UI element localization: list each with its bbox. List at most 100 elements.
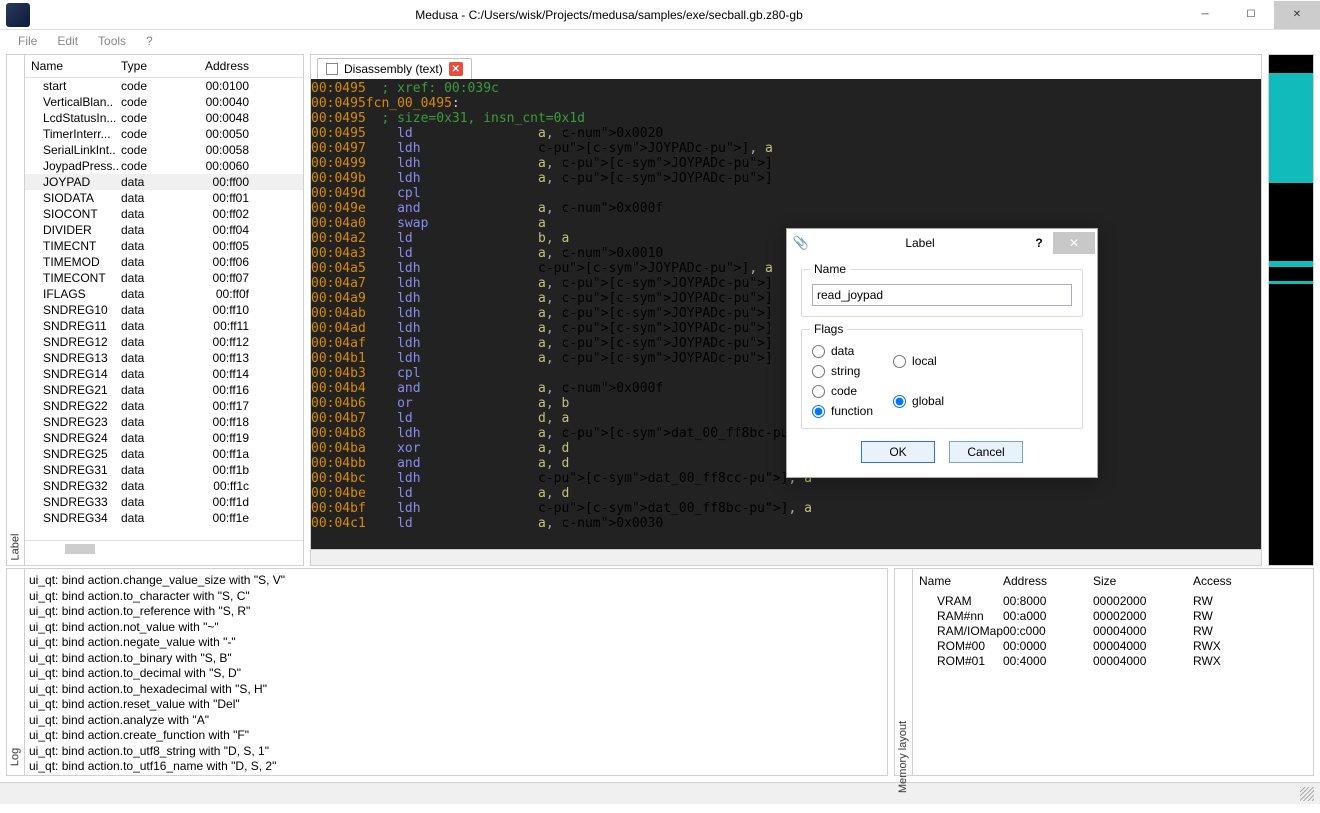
tab-disassembly[interactable]: Disassembly (text) ✕: [317, 58, 472, 79]
menu-edit[interactable]: Edit: [47, 32, 88, 50]
label-name-input[interactable]: [812, 284, 1072, 306]
disasm-hscroll[interactable]: [311, 549, 1261, 565]
labels-tab[interactable]: Label: [7, 55, 25, 565]
disasm-line[interactable]: 00:0495 ld a, c-num">0x0020: [311, 126, 1261, 141]
disasm-line[interactable]: 00:0495 ; size=0x31, insn_cnt=0x1d: [311, 111, 1261, 126]
cancel-button[interactable]: Cancel: [949, 441, 1023, 463]
memory-header: Name Address Size Access: [913, 569, 1313, 594]
table-row[interactable]: SNDREG21data00:ff16: [25, 382, 303, 398]
table-row[interactable]: SNDREG33data00:ff1d: [25, 494, 303, 510]
table-row[interactable]: SNDREG14data00:ff14: [25, 366, 303, 382]
tab-label: Disassembly (text): [344, 62, 443, 76]
dialog-close[interactable]: ✕: [1053, 232, 1095, 254]
log-line: ui_qt: bind action.to_binary with "S, B": [29, 651, 883, 667]
radio-local[interactable]: local: [893, 354, 944, 368]
log-panel: Log ui_qt: bind action.change_value_size…: [6, 568, 888, 776]
menu-file[interactable]: File: [8, 32, 47, 50]
table-row[interactable]: SNDREG10data00:ff10: [25, 302, 303, 318]
log-line: ui_qt: bind action.create_function with …: [29, 728, 883, 744]
table-row[interactable]: JoypadPress..code00:0060: [25, 158, 303, 174]
table-row[interactable]: startcode00:0100: [25, 78, 303, 94]
mem-row[interactable]: RAM/IOMap00:c00000004000RW: [913, 624, 1313, 639]
label-dialog: 📎 Label ? ✕ Name Flags data string code …: [786, 228, 1098, 478]
table-row[interactable]: VerticalBlan..code00:0040: [25, 94, 303, 110]
titlebar: Medusa - C:/Users/wisk/Projects/medusa/s…: [0, 0, 1320, 30]
table-row[interactable]: SNDREG32data00:ff1c: [25, 478, 303, 494]
table-row[interactable]: TIMEMODdata00:ff06: [25, 254, 303, 270]
labels-col-type[interactable]: Type: [115, 59, 175, 73]
disasm-line[interactable]: 00:0497 ldh c-pu">[c-sym">JOYPADc-pu">],…: [311, 141, 1261, 156]
labels-hscroll[interactable]: [25, 540, 303, 558]
log-line: ui_qt: bind action.to_decimal with "S, D…: [29, 666, 883, 682]
table-row[interactable]: LcdStatusIn...code00:0048: [25, 110, 303, 126]
radio-string[interactable]: string: [812, 364, 873, 378]
pin-icon[interactable]: 📎: [787, 235, 815, 251]
minimap[interactable]: [1268, 54, 1314, 566]
mem-col-access[interactable]: Access: [1193, 574, 1253, 588]
table-row[interactable]: SerialLinkInt..code00:0058: [25, 142, 303, 158]
table-row[interactable]: SNDREG11data00:ff11: [25, 318, 303, 334]
mem-row[interactable]: ROM#0000:000000004000RWX: [913, 639, 1313, 654]
table-row[interactable]: JOYPADdata00:ff00: [25, 174, 303, 190]
memory-body[interactable]: VRAM00:800000002000RWRAM#nn00:a000000020…: [913, 594, 1313, 669]
mem-row[interactable]: RAM#nn00:a00000002000RW: [913, 609, 1313, 624]
disasm-line[interactable]: 00:049d cpl: [311, 186, 1261, 201]
disasm-line[interactable]: 00:049e and a, c-num">0x000f: [311, 201, 1261, 216]
tab-close-icon[interactable]: ✕: [449, 62, 463, 76]
mem-row[interactable]: ROM#0100:400000004000RWX: [913, 654, 1313, 669]
ok-button[interactable]: OK: [861, 441, 935, 463]
mem-col-addr[interactable]: Address: [1003, 574, 1093, 588]
window-title: Medusa - C:/Users/wisk/Projects/medusa/s…: [36, 8, 1182, 22]
disasm-line[interactable]: 00:0495fcn_00_0495:: [311, 96, 1261, 111]
disasm-line[interactable]: 00:04bf ldh c-pu">[c-sym">dat_00_ff8bc-p…: [311, 501, 1261, 516]
mem-row[interactable]: VRAM00:800000002000RW: [913, 594, 1313, 609]
log-line: ui_qt: bind action.negate_value with "-": [29, 635, 883, 651]
table-row[interactable]: SNDREG31data00:ff1b: [25, 462, 303, 478]
flags-group-title: Flags: [810, 322, 847, 336]
dialog-help[interactable]: ?: [1025, 236, 1053, 250]
resize-grip[interactable]: [1300, 787, 1314, 801]
window-minimize[interactable]: ─: [1182, 1, 1228, 29]
log-body[interactable]: ui_qt: bind action.change_value_size wit…: [25, 569, 887, 775]
table-row[interactable]: TIMECONTdata00:ff07: [25, 270, 303, 286]
disasm-line[interactable]: 00:04c1 ld a, c-num">0x0030: [311, 516, 1261, 531]
table-row[interactable]: SNDREG24data00:ff19: [25, 430, 303, 446]
name-group-title: Name: [810, 262, 850, 276]
table-row[interactable]: SNDREG34data00:ff1e: [25, 510, 303, 526]
disasm-line[interactable]: 00:049b ldh a, c-pu">[c-sym">JOYPADc-pu"…: [311, 171, 1261, 186]
window-close[interactable]: ✕: [1274, 1, 1320, 29]
table-row[interactable]: SNDREG12data00:ff12: [25, 334, 303, 350]
menu-help[interactable]: ?: [136, 32, 163, 50]
disasm-line[interactable]: 00:04be ld a, d: [311, 486, 1261, 501]
radio-global[interactable]: global: [893, 394, 944, 408]
statusbar: [0, 782, 1320, 804]
table-row[interactable]: SNDREG13data00:ff13: [25, 350, 303, 366]
log-line: ui_qt: bind action.to_utf16_name with "D…: [29, 759, 883, 775]
memory-tab[interactable]: Memory layout: [895, 569, 913, 775]
disasm-line[interactable]: 00:0495 ; xref: 00:039c: [311, 81, 1261, 96]
table-row[interactable]: SIODATAdata00:ff01: [25, 190, 303, 206]
table-row[interactable]: SNDREG23data00:ff18: [25, 414, 303, 430]
log-line: ui_qt: bind action.to_reference with "S,…: [29, 604, 883, 620]
mem-col-name[interactable]: Name: [919, 574, 1003, 588]
table-row[interactable]: IFLAGSdata00:ff0f: [25, 286, 303, 302]
table-row[interactable]: DIVIDERdata00:ff04: [25, 222, 303, 238]
log-line: ui_qt: bind action.go_to_previous_addres…: [29, 775, 883, 776]
labels-body[interactable]: startcode00:0100VerticalBlan..code00:004…: [25, 78, 303, 540]
labels-col-name[interactable]: Name: [25, 59, 115, 73]
radio-function[interactable]: function: [812, 404, 873, 418]
disasm-line[interactable]: 00:0499 ldh a, c-pu">[c-sym">JOYPADc-pu"…: [311, 156, 1261, 171]
log-tab[interactable]: Log: [7, 569, 25, 775]
table-row[interactable]: SNDREG22data00:ff17: [25, 398, 303, 414]
mem-col-size[interactable]: Size: [1093, 574, 1193, 588]
radio-code[interactable]: code: [812, 384, 873, 398]
menu-tools[interactable]: Tools: [88, 32, 136, 50]
labels-panel: Label Name Type Address startcode00:0100…: [6, 54, 304, 566]
window-maximize[interactable]: ☐: [1228, 1, 1274, 29]
table-row[interactable]: TimerInterr...code00:0050: [25, 126, 303, 142]
table-row[interactable]: SIOCONTdata00:ff02: [25, 206, 303, 222]
table-row[interactable]: SNDREG25data00:ff1a: [25, 446, 303, 462]
radio-data[interactable]: data: [812, 344, 873, 358]
table-row[interactable]: TIMECNTdata00:ff05: [25, 238, 303, 254]
labels-col-addr[interactable]: Address: [175, 59, 255, 73]
